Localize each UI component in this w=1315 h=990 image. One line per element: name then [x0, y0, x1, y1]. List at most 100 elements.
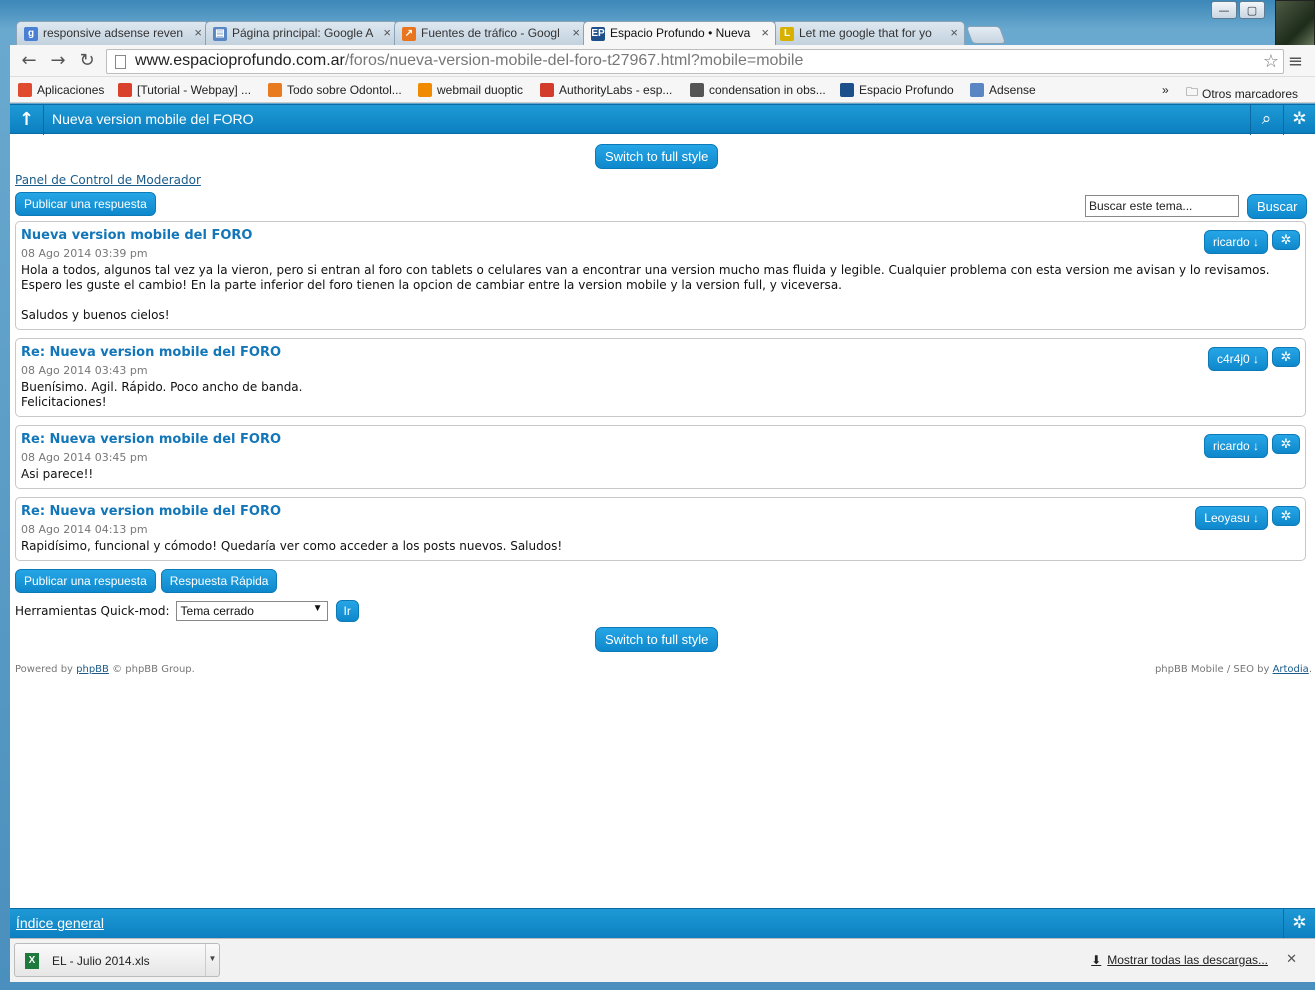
post-date: 08 Ago 2014 03:39 pm — [21, 247, 148, 260]
post-author-button[interactable]: ricardo ↓ — [1203, 230, 1268, 254]
search-button[interactable]: Buscar — [1247, 194, 1308, 219]
gear-icon[interactable]: ✲ — [1272, 434, 1300, 454]
favicon-icon: g — [24, 27, 38, 41]
bookmark-star-icon[interactable]: ☆ — [1263, 51, 1279, 72]
bookmark-item[interactable]: condensation in obs... — [690, 83, 826, 97]
bookmark-item[interactable]: AuthorityLabs - esp... — [540, 83, 672, 97]
download-item[interactable]: X EL - Julio 2014.xls ▼ — [14, 943, 220, 977]
maximize-button[interactable]: ▢ — [1239, 1, 1265, 19]
post-author-button[interactable]: ricardo ↓ — [1203, 434, 1268, 458]
close-icon[interactable]: × — [383, 25, 391, 40]
show-all-downloads-link[interactable]: ⬇ Mostrar todas las descargas... — [1091, 953, 1268, 967]
favicon-icon: L — [780, 27, 794, 41]
cpanel-icon — [418, 83, 432, 97]
gear-icon[interactable]: ✲ — [1272, 506, 1300, 526]
favicon-icon: ▤ — [213, 27, 227, 41]
download-arrow-icon: ⬇ — [1091, 953, 1102, 967]
post: Re: Nueva version mobile del FORO 08 Ago … — [15, 338, 1306, 417]
bookmark-label: webmail duoptic — [437, 83, 524, 97]
post-title[interactable]: Nueva version mobile del FORO — [21, 228, 1300, 243]
quickmod-selected-value: Tema cerrado — [180, 604, 254, 618]
post-body-line: Rapidísimo, funcional y cómodo! Quedaría… — [21, 539, 563, 553]
index-link[interactable]: Índice general — [16, 915, 104, 931]
post-title[interactable]: Re: Nueva version mobile del FORO — [21, 345, 1300, 360]
close-icon[interactable]: × — [572, 25, 580, 40]
up-arrow-icon[interactable]: ↑ — [10, 105, 44, 135]
close-icon[interactable]: × — [950, 25, 958, 40]
browser-tab[interactable]: ↗ Fuentes de tráfico - Googl × — [394, 21, 587, 45]
excel-file-icon: X — [25, 953, 39, 969]
close-icon[interactable]: × — [194, 25, 202, 40]
back-arrow-icon[interactable]: ← — [18, 51, 40, 71]
phpbb-link[interactable]: phpBB — [76, 664, 109, 675]
bookmark-label: Todo sobre Odontol... — [287, 83, 402, 97]
post-reply-button[interactable]: Publicar una respuesta — [15, 192, 156, 216]
download-file-name: EL - Julio 2014.xls — [52, 954, 150, 968]
chevron-down-icon[interactable]: ▼ — [205, 944, 219, 976]
browser-window: — ▢ g responsive adsense reven × ▤ Página pr… — [0, 0, 1315, 990]
browser-tab[interactable]: L Let me google that for yo × — [772, 21, 965, 45]
url-text[interactable]: www.espacioprofundo.com.ar/foros/nueva-v… — [135, 52, 803, 70]
gear-icon[interactable]: ✲ — [1283, 909, 1315, 938]
bookmark-label: [Tutorial - Webpay] ... — [137, 83, 252, 97]
quickmod-select[interactable]: Tema cerrado ▼ — [175, 601, 328, 621]
post-date: 08 Ago 2014 03:43 pm — [21, 364, 148, 377]
bookmark-label: Adsense — [989, 83, 1036, 97]
page-icon — [690, 83, 704, 97]
forum-footer-bar: Índice general ✲ — [10, 908, 1315, 938]
footer-text: phpBB Mobile / SEO by — [1154, 664, 1273, 675]
quick-reply-button[interactable]: Respuesta Rápida — [160, 569, 278, 593]
other-bookmarks-folder[interactable]: 🗀 Otros marcadores — [1186, 83, 1298, 104]
post-body-line: Buenísimo. Agil. Rápido. Poco ancho de b… — [21, 380, 303, 394]
browser-tab[interactable]: EP Espacio Profundo • Nueva × — [583, 21, 776, 45]
post-title[interactable]: Re: Nueva version mobile del FORO — [21, 504, 1300, 519]
bookmark-item[interactable]: Aplicaciones — [18, 83, 104, 97]
download-shelf: X EL - Julio 2014.xls ▼ ⬇ Mostrar todas l… — [10, 938, 1315, 982]
post-body-line: Hola a todos, algunos tal vez ya la vier… — [21, 263, 1270, 292]
tab-title: Fuentes de tráfico - Googl — [421, 26, 560, 40]
authoritylabs-icon — [540, 83, 554, 97]
footer-seo: phpBB Mobile / SEO by Artodia. — [1155, 664, 1312, 675]
bookmark-item[interactable]: [Tutorial - Webpay] ... — [118, 83, 251, 97]
post-author-button[interactable]: Leoyasu ↓ — [1195, 506, 1268, 530]
bottom-actions: Publicar una respuesta Respuesta Rápida — [15, 569, 278, 593]
bookmarks-overflow-button[interactable]: » — [1162, 83, 1169, 97]
post-body: Hola a todos, algunos tal vez ya la vier… — [21, 263, 1300, 323]
page-icon — [115, 55, 126, 69]
menu-icon[interactable]: ≡ — [1288, 51, 1303, 72]
window-controls: — ▢ — [1211, 1, 1265, 19]
footer-powered-by: Powered by phpBB © phpBB Group. — [15, 664, 195, 675]
search-icon[interactable]: ⌕ — [1250, 105, 1282, 135]
bookmark-item[interactable]: Espacio Profundo — [840, 83, 954, 97]
switch-full-style-button[interactable]: Switch to full style — [595, 627, 719, 652]
forward-arrow-icon[interactable]: → — [47, 51, 69, 71]
post-reply-button[interactable]: Publicar una respuesta — [15, 569, 156, 593]
switch-full-style-button[interactable]: Switch to full style — [595, 144, 719, 169]
browser-tab[interactable]: g responsive adsense reven × — [16, 21, 209, 45]
gear-icon[interactable]: ✲ — [1272, 230, 1300, 250]
minimize-button[interactable]: — — [1211, 1, 1237, 19]
gear-icon[interactable]: ✲ — [1272, 347, 1300, 367]
reload-icon[interactable]: ↻ — [76, 51, 98, 71]
bookmark-item[interactable]: Adsense — [970, 83, 1036, 97]
bookmark-label: Espacio Profundo — [859, 83, 954, 97]
mod-panel-link[interactable]: Panel de Control de Moderador — [15, 173, 201, 187]
gear-icon[interactable]: ✲ — [1283, 105, 1315, 135]
post-body: Asi parece!! — [21, 467, 1300, 482]
post: Re: Nueva version mobile del FORO 08 Ago … — [15, 425, 1306, 489]
quickmod-go-button[interactable]: Ir — [335, 600, 359, 622]
bookmark-item[interactable]: Todo sobre Odontol... — [268, 83, 402, 97]
address-bar[interactable]: www.espacioprofundo.com.ar/foros/nueva-v… — [106, 49, 1284, 74]
webpay-icon — [118, 83, 132, 97]
post-author-button[interactable]: c4r4j0 ↓ — [1207, 347, 1268, 371]
browser-tab[interactable]: ▤ Página principal: Google A × — [205, 21, 398, 45]
bookmark-item[interactable]: webmail duoptic — [418, 83, 523, 97]
close-icon[interactable]: × — [761, 25, 769, 40]
post: Re: Nueva version mobile del FORO 08 Ago … — [15, 497, 1306, 561]
post-title[interactable]: Re: Nueva version mobile del FORO — [21, 432, 1300, 447]
search-input[interactable] — [1085, 195, 1239, 217]
artodia-link[interactable]: Artodia — [1273, 664, 1309, 675]
other-bookmarks-label: Otros marcadores — [1202, 86, 1299, 101]
close-icon[interactable]: ✕ — [1286, 951, 1297, 967]
new-tab-button[interactable] — [965, 26, 1007, 44]
